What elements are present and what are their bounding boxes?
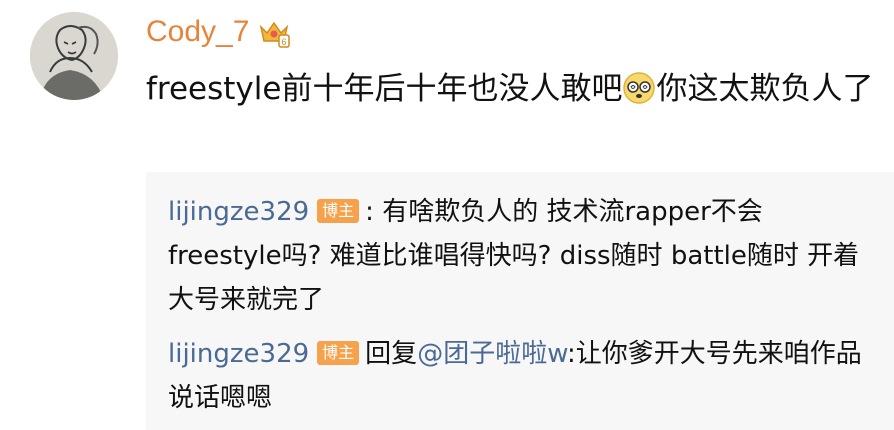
comment-text-part1: freestyle前十年后十年也没人敢吧 — [146, 71, 623, 107]
reply-username[interactable]: lijingze329 — [168, 339, 309, 369]
comment-username[interactable]: Cody_7 — [146, 12, 249, 52]
comment-text-part2: 你这太欺负人了 — [656, 71, 874, 107]
comment-body: freestyle前十年后十年也没人敢吧 你这太欺负人了 — [146, 62, 876, 116]
author-badge: 博主 — [317, 199, 360, 223]
reply-username[interactable]: lijingze329 — [168, 197, 309, 227]
svg-text:6: 6 — [282, 37, 287, 47]
reply-separator: : — [365, 197, 374, 227]
author-badge: 博主 — [317, 341, 360, 365]
comment-header: Cody_7 6 — [146, 12, 291, 52]
user-avatar[interactable] — [30, 12, 118, 100]
replies-panel: lijingze329 博主: 有啥欺负人的 技术流rapper不会freesty… — [146, 172, 894, 430]
sketch-avatar-icon — [30, 12, 118, 100]
dizzy-face-emoji-icon — [623, 72, 656, 104]
reply-item: lijingze329 博主: 有啥欺负人的 技术流rapper不会freesty… — [168, 190, 868, 322]
reply-mention-link[interactable]: @团子啦啦w — [417, 339, 567, 369]
reply-item: lijingze329 博主 回复@团子啦啦w:让你爹开大号先来咱作品说话嗯嗯 — [168, 332, 868, 420]
reply-prefix: 回复 — [365, 339, 418, 369]
crown-badge-icon: 6 — [260, 21, 291, 48]
